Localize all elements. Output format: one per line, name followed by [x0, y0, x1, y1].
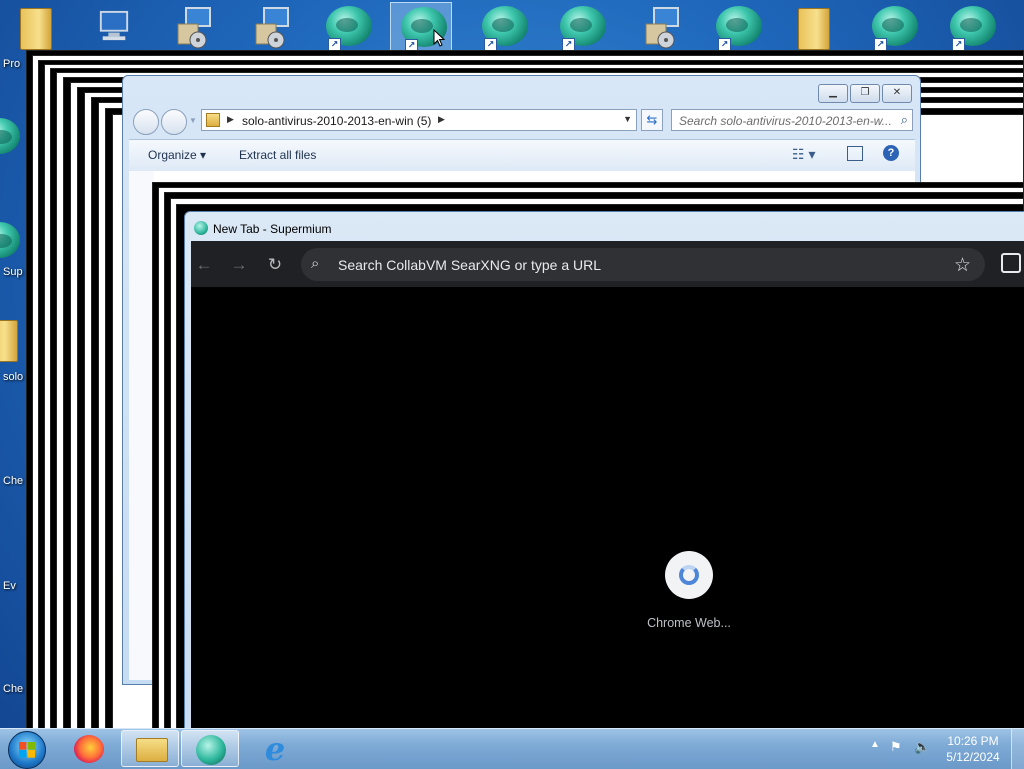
forward-button[interactable] [161, 109, 187, 135]
firefox-icon [74, 735, 104, 763]
desktop-icon-installer-1[interactable] [164, 2, 226, 52]
address-bar[interactable]: ▶ solo-antivirus-2010-2013-en-win (5) ▶ … [201, 109, 637, 131]
search-placeholder: Search solo-antivirus-2010-2013-en-w... [679, 114, 892, 128]
refresh-icon: ⇆ [646, 112, 658, 127]
start-button[interactable] [8, 731, 46, 769]
browser-content: ← → ↻ ⌕ Search CollabVM SearXNG or type … [191, 241, 1024, 732]
zip-folder-icon [798, 8, 830, 50]
installer-icon [645, 7, 679, 49]
taskbar-firefox[interactable] [60, 730, 118, 767]
volume-muted-icon[interactable]: 🔈 [914, 739, 930, 755]
back-button[interactable] [133, 109, 159, 135]
clock[interactable]: 10:26 PM 5/12/2024 [938, 733, 1008, 765]
taskbar-supermium[interactable] [181, 730, 239, 767]
desktop-label-4[interactable]: Che [3, 475, 23, 487]
forward-arrow-icon[interactable]: → [228, 254, 250, 276]
folder-icon [0, 320, 18, 362]
breadcrumb-chevron-icon[interactable]: ▶ [227, 114, 234, 125]
breadcrumb-chevron-icon[interactable]: ▶ [438, 114, 445, 125]
command-bar: Organize ▾ Extract all files ☷ ▾ ? [129, 139, 915, 172]
action-center-flag-icon[interactable]: ⚑ [890, 739, 902, 755]
taskbar: e ▲ ⚑ 🔈 10:26 PM 5/12/2024 [0, 728, 1024, 769]
back-arrow-icon[interactable]: ← [193, 254, 215, 276]
desktop-icon-supermium-3[interactable]: ↗ [474, 2, 536, 52]
preview-pane-icon[interactable] [847, 146, 863, 161]
desktop-label-3[interactable]: solo [3, 371, 23, 383]
desktop-icon-zip-folder[interactable] [786, 2, 848, 52]
supermium-icon [196, 735, 226, 765]
desktop-icon-supermium-1[interactable]: ↗ [318, 2, 380, 52]
navigation-pane[interactable] [129, 171, 154, 680]
taskbar-internet-explorer[interactable]: e [246, 730, 304, 767]
desktop-label-2[interactable]: Sup [3, 266, 23, 278]
chrome-icon [0, 118, 20, 154]
refresh-button[interactable]: ⇆ [641, 109, 663, 131]
close-button[interactable]: ✕ [882, 84, 912, 103]
desktop-icon-supermium-2[interactable]: ↗ [390, 2, 452, 52]
omnibox-placeholder: Search CollabVM SearXNG or type a URL [338, 257, 601, 273]
address-dropdown-icon[interactable]: ▼ [623, 114, 632, 124]
zip-folder-icon [206, 113, 220, 127]
window-controls: ▁ ❐ ✕ [818, 84, 912, 103]
installer-icon [255, 7, 289, 49]
organize-button[interactable]: Organize ▾ [148, 148, 206, 162]
folder-icon [20, 8, 52, 50]
help-icon[interactable]: ? [883, 145, 899, 161]
computer-icon [99, 10, 129, 41]
mouse-cursor-icon [433, 29, 445, 47]
desktop-icon-supermium-6[interactable]: ↗ [864, 2, 926, 52]
omnibox[interactable]: ⌕ Search CollabVM SearXNG or type a URL … [301, 248, 985, 281]
desktop-label-1[interactable]: Pro [3, 58, 20, 70]
browser-window[interactable]: New Tab - Supermium ← → ↻ ⌕ Search Colla… [184, 211, 1024, 732]
extract-all-files-button[interactable]: Extract all files [239, 148, 316, 162]
supermium-icon [0, 222, 20, 258]
folder-icon [136, 738, 168, 762]
search-input[interactable]: Search solo-antivirus-2010-2013-en-w... … [671, 109, 913, 131]
window-title: New Tab - Supermium [213, 222, 332, 236]
reload-icon[interactable]: ↻ [264, 254, 286, 276]
internet-explorer-icon: e [264, 730, 286, 768]
desktop-icon-computer[interactable] [84, 2, 146, 52]
extensions-icon[interactable] [1001, 253, 1021, 273]
address-path[interactable]: solo-antivirus-2010-2013-en-win (5) [242, 114, 431, 128]
supermium-icon [194, 221, 208, 235]
recent-pages-chevron-icon[interactable]: ▼ [189, 116, 197, 125]
search-icon: ⌕ [900, 112, 908, 127]
desktop-icon-installer-2[interactable] [242, 2, 304, 52]
desktop-label-6[interactable]: Che [3, 683, 23, 695]
clock-time: 10:26 PM [947, 734, 999, 748]
show-hidden-icons-chevron-icon[interactable]: ▲ [870, 739, 880, 750]
installer-icon [177, 7, 211, 49]
browser-toolbar: ← → ↻ ⌕ Search CollabVM SearXNG or type … [191, 241, 1024, 287]
view-options-icon[interactable]: ☷ ▾ [792, 146, 815, 163]
chrome-web-store-shortcut[interactable] [665, 551, 713, 599]
desktop-icon-installer-3[interactable] [632, 2, 694, 52]
bookmark-star-icon[interactable]: ☆ [954, 254, 971, 277]
taskbar-explorer[interactable] [121, 730, 179, 767]
desktop-icon-supermium-7[interactable]: ↗ [944, 2, 1006, 52]
minimize-button[interactable]: ▁ [818, 84, 848, 103]
desktop-icon-supermium-4[interactable]: ↗ [552, 2, 614, 52]
clock-date: 5/12/2024 [946, 750, 1000, 764]
desktop-icon-folder[interactable] [4, 2, 66, 52]
show-desktop-button[interactable] [1011, 729, 1024, 769]
desktop-label-5[interactable]: Ev [3, 580, 16, 592]
shortcut-label[interactable]: Chrome Web... [629, 616, 749, 630]
search-icon: ⌕ [311, 255, 320, 272]
maximize-button[interactable]: ❐ [850, 84, 880, 103]
desktop-icon-supermium-5[interactable]: ↗ [708, 2, 770, 52]
